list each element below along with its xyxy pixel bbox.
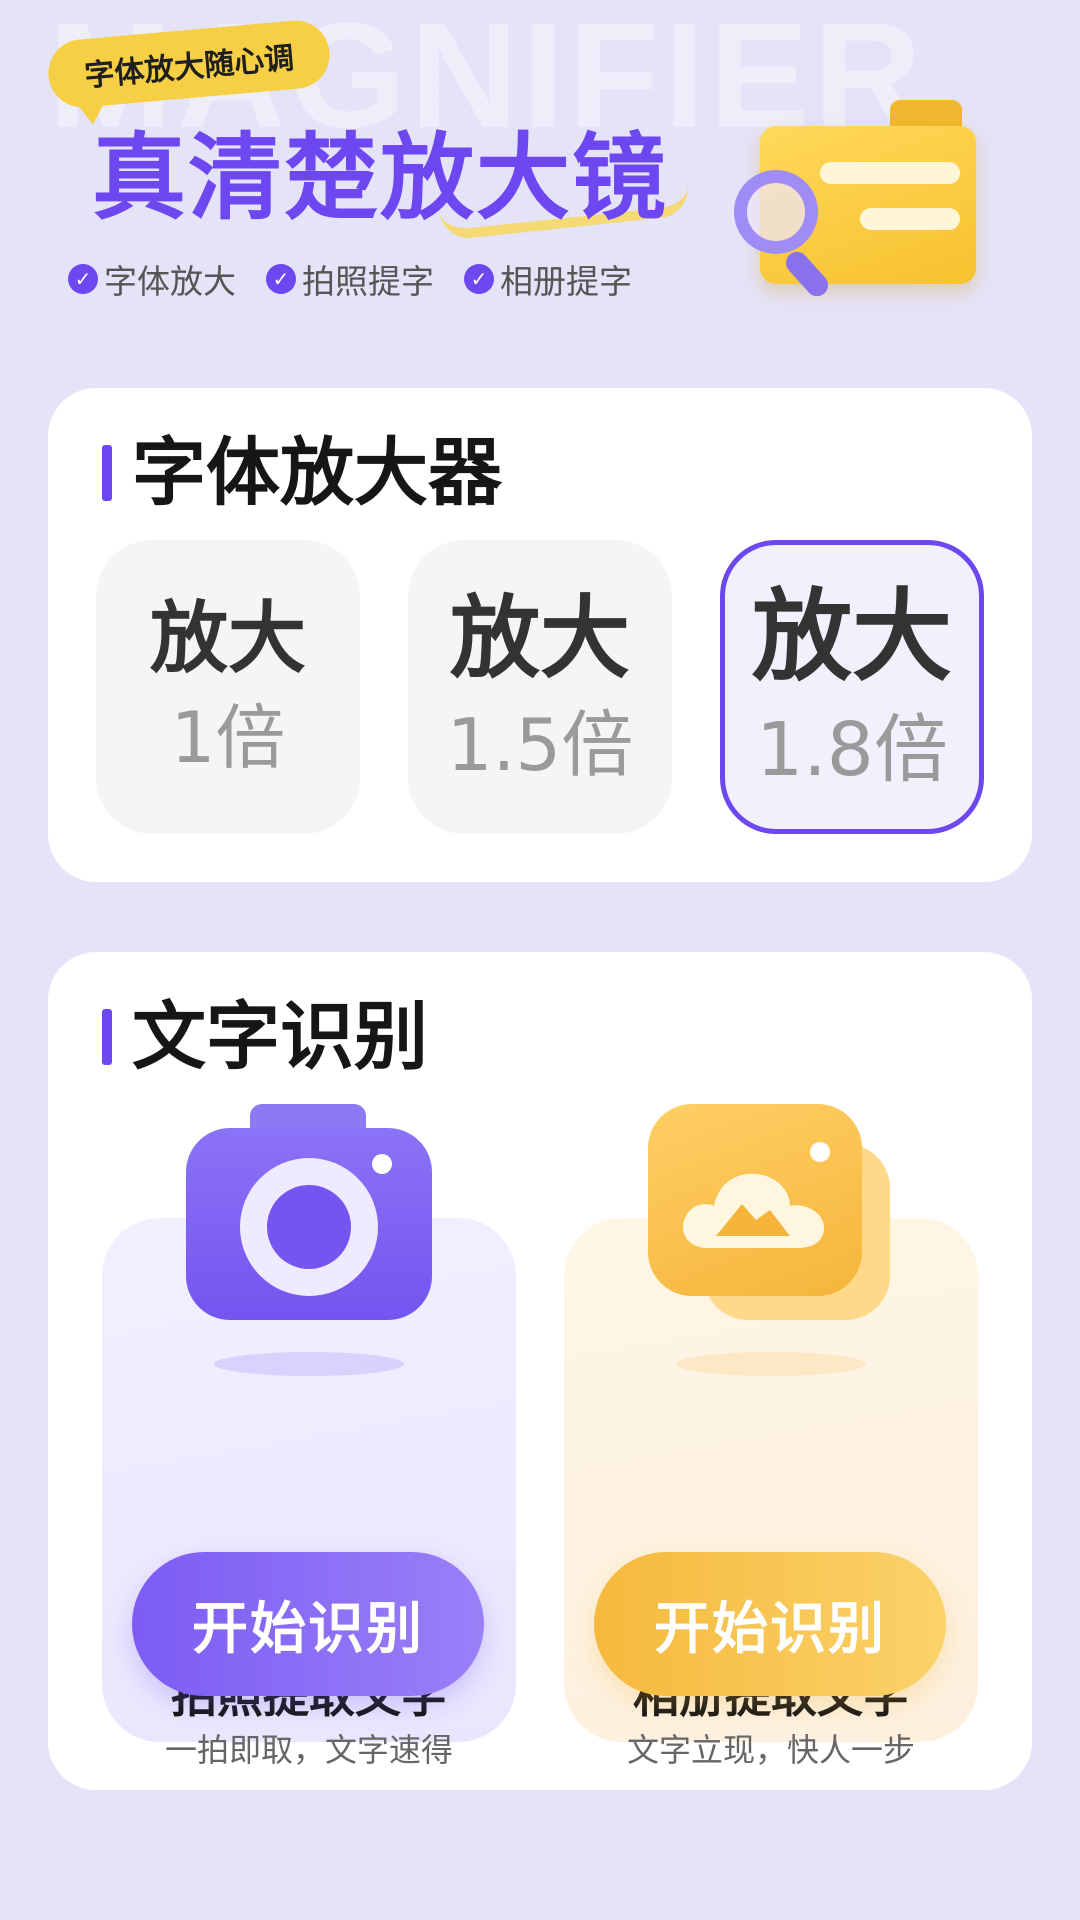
magnifier-home-page: MAGNIFIER 字体放大随心调 真清楚放大镜 ✓ 字体放大 ✓ 拍照提字 ✓… (0, 0, 1080, 1920)
feature-item: ✓ 拍照提字 (266, 255, 434, 303)
checkmark-circle-icon: ✓ (68, 264, 98, 294)
feature-label: 拍照提字 (302, 262, 434, 301)
camera-lens-center (267, 1185, 351, 1269)
font-magnifier-title: 字体放大器 (102, 428, 502, 518)
feature-label: 字体放大 (104, 262, 236, 301)
photo-ocr-subtitle: 一拍即取，文字速得 (164, 1731, 453, 1769)
feature-label: 相册提字 (500, 262, 632, 301)
album-icon-shadow (676, 1352, 866, 1376)
zoom-option-1x[interactable]: 放大 1倍 (96, 540, 360, 834)
cloud-mountain-icon (682, 1173, 825, 1248)
folder-line (860, 208, 960, 230)
feature-list: ✓ 字体放大 ✓ 拍照提字 ✓ 相册提字 (68, 255, 632, 303)
text-recognition-card: 文字识别 拍照提取文字 一拍即取，文字速得 相册提取文字 文字立现，快人一步 开… (48, 952, 1032, 1790)
text-recognition-title: 文字识别 (102, 992, 428, 1082)
zoom-options: 放大 1倍 放大 1.5倍 放大 1.8倍 (96, 540, 984, 834)
magnifier-handle (781, 247, 833, 301)
album-ocr-subtitle: 文字立现，快人一步 (626, 1731, 915, 1769)
album-front-card (648, 1104, 862, 1296)
checkmark-circle-icon: ✓ (464, 264, 494, 294)
page-headline: 真清楚放大镜 (92, 124, 669, 233)
photo-album-icon (648, 1104, 898, 1324)
album-start-recognition-button[interactable]: 开始识别 (594, 1552, 946, 1696)
feature-item: ✓ 字体放大 (68, 255, 236, 303)
camera-icon (186, 1104, 432, 1320)
camera-flash-dot (372, 1154, 392, 1174)
title-accent-bar (102, 445, 112, 501)
feature-item: ✓ 相册提字 (464, 255, 632, 303)
folder-magnifier-icon (720, 96, 1020, 306)
magnifier-lens (734, 170, 818, 254)
card-title-text: 文字识别 (132, 994, 428, 1080)
font-magnifier-card: 字体放大器 放大 1倍 放大 1.5倍 放大 1.8倍 (48, 388, 1032, 882)
zoom-option-multiplier: 1.5倍 (446, 702, 634, 787)
zoom-option-1-8x[interactable]: 放大 1.8倍 (720, 540, 984, 834)
checkmark-circle-icon: ✓ (266, 264, 296, 294)
zoom-option-multiplier: 1倍 (170, 697, 286, 780)
zoom-option-1-5x[interactable]: 放大 1.5倍 (408, 540, 672, 834)
zoom-option-label: 放大 (450, 585, 630, 691)
camera-icon-shadow (214, 1352, 404, 1376)
photo-start-recognition-button[interactable]: 开始识别 (132, 1552, 484, 1696)
zoom-option-multiplier: 1.8倍 (756, 707, 948, 794)
title-accent-bar (102, 1009, 112, 1065)
zoom-option-label: 放大 (149, 593, 306, 684)
magnifier-icon (734, 170, 844, 301)
card-title-text: 字体放大器 (132, 430, 502, 516)
zoom-option-label: 放大 (752, 578, 952, 696)
